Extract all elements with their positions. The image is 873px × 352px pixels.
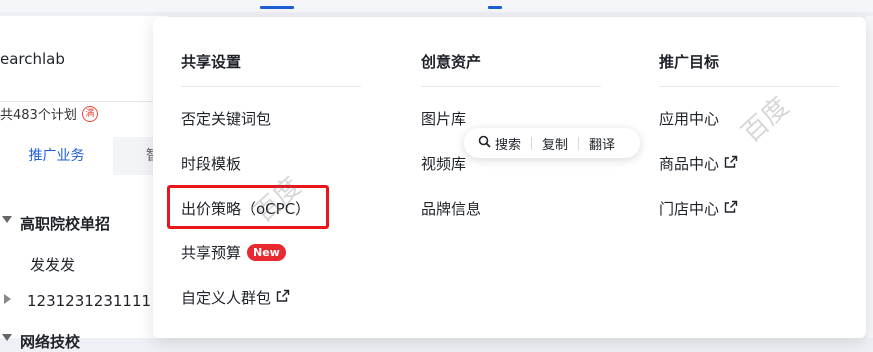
external-link-icon	[276, 289, 290, 307]
menu-item-product-center[interactable]: 商品中心	[659, 153, 738, 174]
column-heading-shared-settings: 共享设置	[181, 53, 242, 71]
menu-item-video-library[interactable]: 视频库	[421, 153, 466, 174]
divider	[659, 86, 839, 87]
menu-item-custom-audience[interactable]: 自定义人群包	[181, 287, 290, 308]
tree-node-label: 发发发	[30, 256, 76, 274]
sidebar-tabs: 推广业务 智	[0, 137, 168, 175]
copy-button-label: 复制	[542, 137, 569, 153]
menu-item-label: 应用中心	[659, 110, 720, 128]
tools-dropdown-menu: 共享设置 否定关键词包 时段模板 出价策略（oCPC） 共享预算 New 自定义…	[153, 17, 866, 338]
divider	[421, 86, 601, 87]
menu-item-label: 商品中心	[659, 155, 720, 173]
menu-item-label: 时段模板	[181, 155, 242, 173]
account-name: earchlab	[0, 50, 65, 68]
caret-right-icon[interactable]	[4, 294, 11, 304]
external-link-icon	[724, 155, 738, 173]
menu-item-label: 共享预算	[181, 244, 242, 262]
column-heading-creative-assets: 创意资产	[421, 53, 482, 71]
tree-node-label: 高职院校单招	[20, 215, 111, 233]
menu-item-time-template[interactable]: 时段模板	[181, 153, 241, 174]
menu-item-label: 门店中心	[659, 200, 720, 218]
divider	[181, 86, 361, 87]
nav-active-indicator	[488, 6, 502, 9]
menu-item-label: 图片库	[421, 110, 467, 128]
menu-item-label: 品牌信息	[421, 200, 482, 218]
plan-count-text: 共483个计划	[0, 108, 77, 123]
search-button-label: 搜索	[495, 137, 522, 153]
new-badge: New	[247, 244, 286, 261]
text-selection-toolbar: 搜索 复制 翻译	[464, 128, 640, 158]
column-heading-promotion-goals: 推广目标	[659, 53, 720, 71]
copy-button[interactable]: 复制	[532, 134, 578, 153]
menu-item-negative-keywords[interactable]: 否定关键词包	[181, 108, 271, 129]
menu-item-label: 自定义人群包	[181, 289, 272, 307]
menu-item-brand-info[interactable]: 品牌信息	[421, 198, 481, 219]
search-icon	[478, 135, 491, 152]
external-link-icon	[724, 200, 738, 218]
search-button[interactable]: 搜索	[464, 134, 531, 153]
menu-item-label: 否定关键词包	[181, 110, 272, 128]
tab-promotion-business[interactable]: 推广业务	[0, 137, 113, 175]
background-panel-edge	[866, 16, 873, 338]
top-nav-strip	[0, 0, 873, 12]
caret-down-icon[interactable]	[2, 216, 12, 223]
translate-button-label: 翻译	[589, 137, 616, 153]
full-badge: 满	[81, 105, 98, 122]
menu-item-app-center[interactable]: 应用中心	[659, 108, 719, 129]
menu-item-label: 视频库	[421, 155, 467, 173]
tree-node-label: 1231231231111	[27, 292, 152, 310]
menu-item-store-center[interactable]: 门店中心	[659, 198, 738, 219]
plan-count: 共483个计划 满	[0, 104, 98, 123]
menu-item-image-library[interactable]: 图片库	[421, 108, 466, 129]
nav-active-indicator	[260, 6, 294, 9]
translate-button[interactable]: 翻译	[579, 134, 625, 153]
menu-item-shared-budget[interactable]: 共享预算 New	[181, 242, 286, 263]
campaign-sidebar: earchlab 共483个计划 满 推广业务 智 高职院校单招 发发发 123…	[0, 16, 168, 351]
tree-node-label: 网络技校	[20, 333, 81, 351]
highlight-box	[167, 185, 329, 229]
divider	[0, 101, 168, 102]
